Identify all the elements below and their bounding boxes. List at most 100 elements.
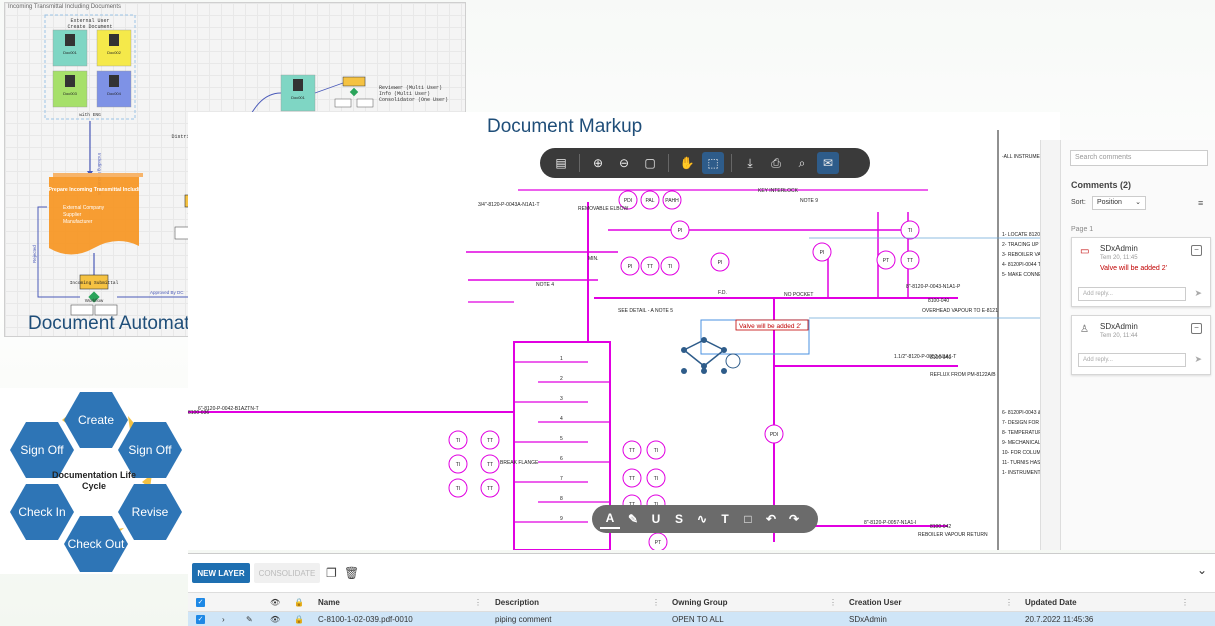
sort-select[interactable]: Position ⌄ <box>1092 196 1146 210</box>
dest-arrow <box>314 82 344 94</box>
trash-icon[interactable]: 🗑 <box>344 566 359 580</box>
row-name: C-8100-1-02-039.pdf-0010 <box>318 615 413 624</box>
instrument-tag: TI <box>456 486 460 492</box>
col-name[interactable]: Name <box>318 593 340 611</box>
underline-icon[interactable]: U <box>646 509 666 529</box>
comments-icon[interactable]: ✉ <box>817 152 839 174</box>
source-doc-tiles: Doc001 Doc002 Doc003 Doc004 <box>52 29 132 108</box>
col-updated-date[interactable]: Updated Date <box>1025 593 1077 611</box>
instrument-tag: PAL <box>645 198 654 204</box>
copy-icon[interactable]: ❐ <box>326 566 337 580</box>
document-icon <box>65 34 75 46</box>
column-menu-icon[interactable]: ⋮ <box>1181 598 1189 607</box>
col-description[interactable]: Description <box>495 593 539 611</box>
send-icon[interactable]: ➤ <box>1194 288 1202 299</box>
comment-author: SDxAdmin <box>1100 244 1138 253</box>
tray-number: 1 <box>560 356 563 362</box>
edit-pencil-icon[interactable]: ✎ <box>246 612 253 626</box>
row-owning-group: OPEN TO ALL <box>672 615 724 624</box>
comment-time: Tem 20, 11:44 <box>1100 333 1138 339</box>
reply-input[interactable]: Add reply... <box>1078 353 1186 367</box>
expand-icon[interactable]: › <box>222 612 225 626</box>
pan-hand-icon[interactable]: ✋ <box>676 152 698 174</box>
zoom-out-icon[interactable]: ⊖ <box>613 152 635 174</box>
lock-icon[interactable]: 🔒 <box>294 612 304 626</box>
zoom-in-icon[interactable]: ⊕ <box>587 152 609 174</box>
instrument-tag: TI <box>908 228 912 234</box>
collapse-icon[interactable]: − <box>1191 245 1202 256</box>
select-area-icon[interactable]: ⬚ <box>702 152 724 174</box>
filter-icon[interactable]: ≡ <box>1198 198 1203 208</box>
squiggly-icon[interactable]: ∿ <box>692 509 712 529</box>
column-menu-icon[interactable]: ⋮ <box>1005 598 1013 607</box>
pid-label: 3/4"-8120-P-0043A-N1A1-T <box>478 202 540 208</box>
visibility-eye-icon[interactable]: 👁 <box>270 612 280 626</box>
prepare-title: Prepare Incoming Transmittal Includi <box>48 187 140 193</box>
table-row[interactable]: ✓ › ✎ 👁 🔒 C-8100-1-02-039.pdf-0010 pipin… <box>188 612 1215 626</box>
search-icon[interactable]: ⌕ <box>791 152 813 174</box>
pid-label: BREAK FLANGE <box>500 460 539 466</box>
redo-icon[interactable]: ↷ <box>784 509 804 529</box>
consolidate-button[interactable]: CONSOLIDATE <box>254 563 320 583</box>
review-sub-box <box>334 98 352 108</box>
select-all-checkbox[interactable]: ✓ <box>196 593 205 611</box>
pid-label: 8100-041 <box>930 355 951 361</box>
shape-icon[interactable]: □ <box>738 509 758 529</box>
review-box <box>342 76 366 87</box>
comment-card-1[interactable]: ▭ SDxAdmin Tem 20, 11:45 − Valve will be… <box>1071 237 1211 307</box>
approved-label: Approved By DC <box>150 290 184 295</box>
chevron-down-icon[interactable]: ⌄ <box>1197 563 1207 577</box>
comment-time: Tem 20, 11:45 <box>1100 255 1138 261</box>
drawing-scrollbar[interactable] <box>1040 140 1060 550</box>
undo-icon[interactable]: ↶ <box>761 509 781 529</box>
viewer-toolbar: ▤ ⊕ ⊖ ▢ ✋ ⬚ ⤓ ⎙ ⌕ ✉ <box>540 148 870 178</box>
document-icon <box>109 34 119 46</box>
download-icon[interactable]: ⤓ <box>739 152 761 174</box>
prepare-line-2: Supplier <box>63 212 82 218</box>
with-eng-label: with ENG <box>79 112 101 118</box>
tray-number: 4 <box>560 416 563 422</box>
column-menu-icon[interactable]: ⋮ <box>474 598 482 607</box>
column-menu-icon[interactable]: ⋮ <box>829 598 837 607</box>
role-consolidator: Consolidator (One User) <box>379 97 448 103</box>
page-icon[interactable]: ▤ <box>550 152 572 174</box>
instrument-tag: TI <box>668 264 672 270</box>
col-creation-user[interactable]: Creation User <box>849 593 901 611</box>
instrument-tag: PDI <box>624 198 632 204</box>
toolbar-separator <box>731 154 732 172</box>
drawing-note: 10- FOR COLUMN <box>1002 450 1045 456</box>
pid-label: REFLUX FROM PM-8122A/B <box>930 372 996 378</box>
fit-page-icon[interactable]: ▢ <box>639 152 661 174</box>
row-checkbox[interactable]: ✓ <box>196 612 205 626</box>
instrument-tag: TT <box>487 462 493 468</box>
handle-3 <box>721 347 727 353</box>
instrument-tag: TT <box>647 264 653 270</box>
document-icon <box>293 79 303 91</box>
layer-panel: NEW LAYER CONSOLIDATE ❐ 🗑 ⌄ ✓ 👁 🔒 Name ⋮… <box>188 553 1215 626</box>
col-owning-group[interactable]: Owning Group <box>672 593 728 611</box>
handle-5 <box>701 368 707 374</box>
highlight-icon[interactable]: ✎ <box>623 509 643 529</box>
send-icon[interactable]: ➤ <box>1194 354 1202 365</box>
collapse-icon[interactable]: − <box>1191 323 1202 334</box>
column-menu-icon[interactable]: ⋮ <box>652 598 660 607</box>
pid-label: SEE DETAIL - A NOTE 5 <box>618 308 673 314</box>
toolbar-separator <box>668 154 669 172</box>
column-trays: 1 2 3 4 5 6 7 8 9 <box>514 356 610 523</box>
comment-card-2[interactable]: ♙ SDxAdmin Tem 20, 11:44 − Add reply... … <box>1071 315 1211 375</box>
strikethrough-icon[interactable]: S <box>669 509 689 529</box>
workflow-label: Workflow <box>85 298 104 303</box>
document-icon <box>109 75 119 87</box>
drawing-note: 1- LOCATE 8120T <box>1002 232 1043 238</box>
new-layer-button[interactable]: NEW LAYER <box>192 563 250 583</box>
text-icon[interactable]: T <box>715 509 735 529</box>
chevron-down-icon: ⌄ <box>1135 199 1141 206</box>
print-icon[interactable]: ⎙ <box>765 152 787 174</box>
pid-label: REMOVABLE ELBOW <box>578 206 628 212</box>
text-color-icon[interactable]: A <box>600 509 620 529</box>
comments-search-input[interactable]: Search comments <box>1070 150 1208 166</box>
reply-input[interactable]: Add reply... <box>1078 287 1186 301</box>
doc-name: Doc002 <box>107 50 122 55</box>
lock-icon: 🔒 <box>294 597 304 607</box>
row-updated-date: 20.7.2022 11:45:36 <box>1025 615 1094 624</box>
